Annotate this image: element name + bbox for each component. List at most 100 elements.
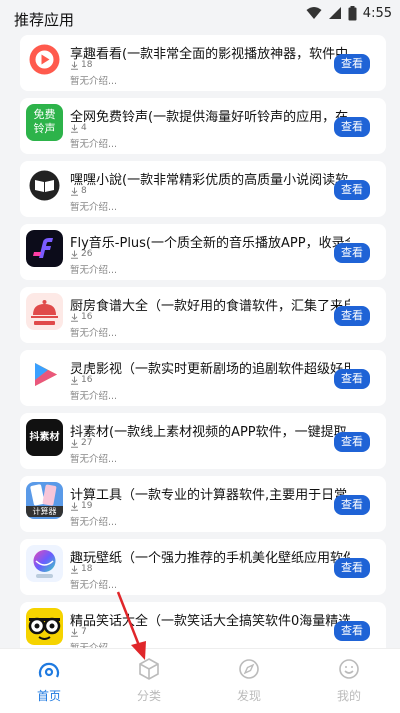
view-button[interactable]: 查看 [334,369,370,389]
list-item[interactable]: 享趣看看(一款非常全面的影视播放神器，软件中 18 暂无介绍... 查看 [20,35,386,91]
app-name: 趣玩壁纸（一个强力推荐的手机美化壁纸应用软件 [70,551,350,566]
download-count: 18 [70,564,92,574]
app-name: 厨房食谱大全（一款好用的食谱软件，汇集了来自 [70,299,350,314]
app-intro: 暂无介绍... [70,76,118,87]
tab-label: 我的 [336,689,361,703]
app-list[interactable]: 享趣看看(一款非常全面的影视播放神器，软件中 18 暂无介绍... 查看 免费 … [0,32,400,648]
icon-text-line: 铃声 [33,122,56,135]
view-button[interactable]: 查看 [334,558,370,578]
download-number: 16 [81,312,93,322]
bottom-tab-bar: 首页 分类 发现 我的 [0,648,400,713]
download-count: 8 [70,186,87,196]
tab-discover[interactable]: 发现 [219,657,279,704]
download-count: 26 [70,249,92,259]
smile-icon [339,659,359,679]
status-bar: 推荐应用 4:55 [0,0,400,29]
download-count: 16 [70,312,92,322]
app-intro: 暂无介绍... [70,265,118,276]
battery-icon [348,5,357,20]
download-number: 19 [81,501,93,511]
download-number: 27 [81,438,93,448]
download-icon [71,376,78,385]
compass-icon [239,659,259,679]
download-icon [71,313,78,322]
clock: 4:55 [362,5,392,21]
view-button[interactable]: 查看 [334,54,370,74]
list-item[interactable]: 灵虎影视（一款实时更新剧场的追剧软件超级好用 16 暂无介绍... 查看 [20,350,386,406]
download-number: 18 [81,564,93,574]
app-name: 灵虎影视（一款实时更新剧场的追剧软件超级好用 [70,362,350,377]
download-number: 16 [81,375,93,385]
icon-text-line: 计算器 [26,506,63,517]
material-text-icon: 抖素材 [26,419,63,456]
download-count: 16 [70,375,92,385]
app-name: 抖素材(一款线上素材视频的APP软件，一键提取 [70,425,347,440]
cloche-icon [26,293,63,330]
download-icon [71,250,78,259]
app-intro: 暂无介绍... [70,391,118,402]
download-icon [71,124,78,133]
list-item[interactable]: 免费 铃声 全网免费铃声(一款提供海量好听铃声的应用，在 4 暂无介绍... 查… [20,98,386,154]
book-icon [26,167,63,204]
wallpaper-icon [26,545,63,582]
download-number: 7 [81,627,87,637]
tab-home[interactable]: 首页 [19,657,79,704]
app-name: 嘿嘿小說(一款非常精彩优质的高质量小说阅读软 [70,173,349,188]
app-intro: 暂无介绍... [70,202,118,213]
download-number: 8 [81,186,87,196]
download-icon [71,628,78,637]
list-item[interactable]: 抖素材 抖素材(一款线上素材视频的APP软件，一键提取 27 暂无介绍... 查… [20,413,386,469]
download-icon [71,565,78,574]
status-icons: 4:55 [306,4,392,22]
app-name: 享趣看看(一款非常全面的影视播放神器，软件中 [70,47,349,62]
play-circle-icon [26,41,63,78]
download-icon [71,502,78,511]
music-f-icon [26,230,63,267]
page-title: 推荐应用 [14,11,75,29]
calculator-icon: 计算器 [26,482,63,519]
tab-mine[interactable]: 我的 [319,657,379,704]
list-item[interactable]: 嘿嘿小說(一款非常精彩优质的高质量小说阅读软 8 暂无介绍... 查看 [20,161,386,217]
tab-category[interactable]: 分类 [119,657,179,704]
download-icon [71,187,78,196]
list-item[interactable]: 精品笑话大全（一款笑话大全搞笑软件0海量精选 7 暂无介绍... 查看 [20,602,386,648]
download-icon [71,439,78,448]
download-count: 19 [70,501,92,511]
signal-icon [328,7,341,19]
download-count: 27 [70,438,92,448]
icon-text-line: 抖素材 [29,432,60,443]
download-number: 4 [81,123,87,133]
download-count: 18 [70,60,92,70]
download-number: 18 [81,60,93,70]
list-item[interactable]: Fly音乐-Plus(一个质全新的音乐播放APP，收录全 26 暂无介绍... … [20,224,386,280]
view-button[interactable]: 查看 [334,180,370,200]
app-intro: 暂无介绍... [70,517,118,528]
list-item[interactable]: 计算器 计算工具（一款专业的计算器软件,主要用于日常 19 暂无介绍... 查看 [20,476,386,532]
app-intro: 暂无介绍... [70,454,118,465]
app-name: Fly音乐-Plus(一个质全新的音乐播放APP，收录全 [70,236,350,251]
home-icon [38,662,60,678]
view-button[interactable]: 查看 [334,621,370,641]
app-intro: 暂无介绍... [70,139,118,150]
tab-label: 首页 [36,689,61,703]
app-intro: 暂无介绍... [70,328,118,339]
view-button[interactable]: 查看 [334,117,370,137]
app-intro: 暂无介绍... [70,580,118,591]
icon-text-line: 免费 [33,108,56,121]
download-count: 4 [70,123,87,133]
view-button[interactable]: 查看 [334,495,370,515]
app-name: 计算工具（一款专业的计算器软件,主要用于日常 [70,488,348,503]
tab-label: 分类 [136,689,161,703]
ringtone-text-icon: 免费 铃声 [26,104,63,141]
view-button[interactable]: 查看 [334,432,370,452]
view-button[interactable]: 查看 [334,243,370,263]
download-number: 26 [81,249,93,259]
colorful-play-icon [26,356,63,393]
list-item[interactable]: 厨房食谱大全（一款好用的食谱软件，汇集了来自 16 暂无介绍... 查看 [20,287,386,343]
wifi-icon [306,7,322,19]
tab-label: 发现 [236,689,261,703]
glasses-face-icon [26,608,63,645]
app-intro: 暂无介绍... [70,640,117,648]
list-item[interactable]: 趣玩壁纸（一个强力推荐的手机美化壁纸应用软件 18 暂无介绍... 查看 [20,539,386,595]
view-button[interactable]: 查看 [334,306,370,326]
